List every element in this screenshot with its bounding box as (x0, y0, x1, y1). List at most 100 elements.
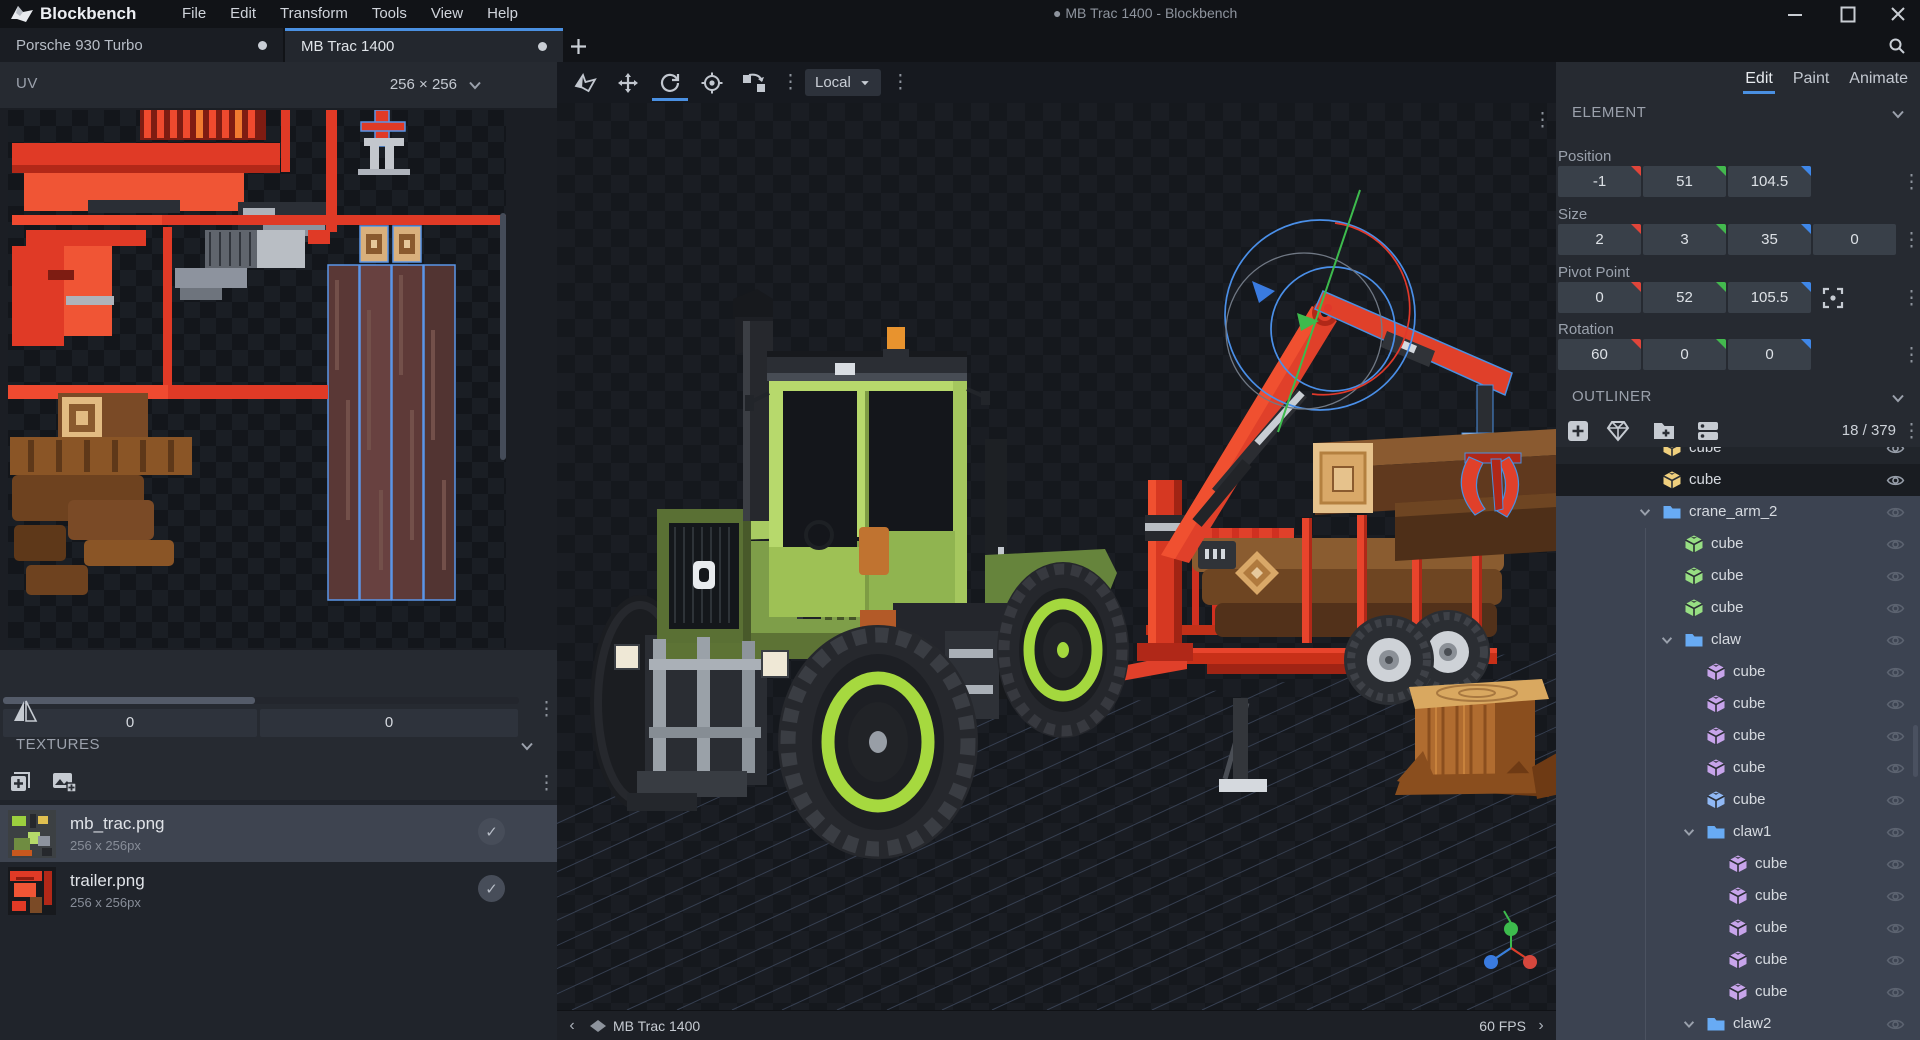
expand-chevron[interactable] (1638, 505, 1652, 519)
outliner-row-cube[interactable]: cube (1556, 656, 1920, 688)
outliner-row-cube[interactable]: cube (1556, 752, 1920, 784)
outliner-row-cube[interactable]: cube (1556, 464, 1920, 496)
rotation-input-z[interactable]: 0 (1728, 339, 1811, 370)
rotation-input-x[interactable]: 60 (1558, 339, 1641, 370)
size-input-y[interactable]: 3 (1643, 224, 1726, 255)
visibility-toggle[interactable] (1886, 663, 1905, 682)
position-input-z[interactable]: 104.5 (1728, 166, 1811, 197)
outliner-row-cube[interactable]: cube (1556, 976, 1920, 1008)
pivot-point-input-x[interactable]: 0 (1558, 282, 1641, 313)
menu-help[interactable]: Help (475, 0, 530, 28)
outliner-panel-header[interactable]: OUTLINER (1556, 384, 1920, 410)
visibility-toggle[interactable] (1886, 951, 1905, 970)
visibility-toggle[interactable] (1886, 535, 1905, 554)
next-view-button[interactable]: › (1526, 1017, 1556, 1035)
visibility-toggle[interactable] (1886, 791, 1905, 810)
menu-file[interactable]: File (170, 0, 218, 28)
visibility-toggle[interactable] (1886, 447, 1905, 458)
outliner-row-claw2[interactable]: claw2 (1556, 1008, 1920, 1040)
project-tab-0[interactable]: Porsche 930 Turbo (0, 28, 283, 62)
minimize-button[interactable] (1773, 0, 1817, 28)
create-texture-icon[interactable] (52, 772, 76, 792)
toggle-hierarchy-icon[interactable] (1696, 419, 1720, 443)
outliner-row-cube[interactable]: cube (1556, 784, 1920, 816)
rotate-tool-button[interactable] (649, 62, 691, 103)
vertex-snap-tool-button[interactable] (733, 62, 775, 103)
visibility-toggle[interactable] (1886, 983, 1905, 1002)
mode-tab-edit[interactable]: Edit (1743, 66, 1775, 94)
visibility-toggle[interactable] (1886, 503, 1905, 522)
visibility-toggle[interactable] (1886, 1015, 1905, 1034)
outliner-row-cube[interactable]: cube (1556, 848, 1920, 880)
viewport-canvas[interactable]: ⋮ (557, 103, 1556, 1010)
toolbar-menu-button[interactable]: ⋮ (781, 73, 800, 92)
uv-vertical-scrollbar[interactable] (500, 213, 506, 460)
pivot-point-input-z[interactable]: 105.5 (1728, 282, 1811, 313)
visibility-toggle[interactable] (1886, 759, 1905, 778)
outliner-row-cube[interactable]: cube (1556, 592, 1920, 624)
visibility-toggle[interactable] (1886, 599, 1905, 618)
maximize-button[interactable] (1826, 0, 1870, 28)
menu-view[interactable]: View (419, 0, 475, 28)
menu-edit[interactable]: Edit (218, 0, 268, 28)
visibility-toggle[interactable] (1886, 855, 1905, 874)
texture-row-trailer.png[interactable]: trailer.png 256 x 256px ✓ (0, 862, 557, 919)
uv-panel-header[interactable]: UV 256 × 256 (0, 62, 557, 108)
size-input-x[interactable]: 2 (1558, 224, 1641, 255)
position-input-y[interactable]: 51 (1643, 166, 1726, 197)
visibility-toggle[interactable] (1886, 471, 1905, 490)
menu-tools[interactable]: Tools (360, 0, 419, 28)
outliner-row-cube[interactable]: cube (1556, 688, 1920, 720)
expand-chevron[interactable] (1682, 825, 1696, 839)
position-input-x[interactable]: -1 (1558, 166, 1641, 197)
import-texture-icon[interactable] (8, 770, 32, 794)
outliner-row-cube[interactable]: cube (1556, 880, 1920, 912)
toolbar-overflow-menu-button[interactable]: ⋮ (891, 73, 910, 92)
texture-row-mb_trac.png[interactable]: mb_trac.png 256 x 256px ✓ (0, 805, 557, 862)
mode-tab-paint[interactable]: Paint (1791, 66, 1831, 92)
visibility-toggle[interactable] (1886, 727, 1905, 746)
uv-menu-button[interactable]: ⋮ (537, 700, 556, 719)
search-button[interactable] (1884, 34, 1910, 58)
visibility-toggle[interactable] (1886, 919, 1905, 938)
select-tool-button[interactable] (565, 62, 607, 103)
visibility-toggle[interactable] (1886, 823, 1905, 842)
transform-space-dropdown[interactable]: Local (805, 69, 881, 96)
element-group-menu-button[interactable]: ⋮ (1902, 346, 1920, 365)
viewport-menu-button[interactable]: ⋮ (1533, 111, 1552, 130)
pivot-tool-button[interactable] (691, 62, 733, 103)
add-mesh-icon[interactable] (1606, 419, 1630, 443)
element-group-menu-button[interactable]: ⋮ (1902, 289, 1920, 308)
visibility-toggle[interactable] (1886, 567, 1905, 586)
pivot-focus-button[interactable] (1818, 283, 1847, 312)
mirror-uv-icon[interactable] (12, 698, 38, 724)
mode-tab-animate[interactable]: Animate (1847, 66, 1910, 92)
outliner-row-claw[interactable]: claw (1556, 624, 1920, 656)
outliner-row-cube[interactable]: cube (1556, 528, 1920, 560)
expand-chevron[interactable] (1682, 1017, 1696, 1031)
visibility-toggle[interactable] (1886, 887, 1905, 906)
outliner-row-cube[interactable]: cube (1556, 912, 1920, 944)
outliner-row-cube[interactable]: cube (1556, 447, 1920, 464)
textures-panel-header[interactable]: TEXTURES (0, 728, 557, 766)
expand-chevron[interactable] (1660, 633, 1674, 647)
add-group-icon[interactable] (1652, 419, 1676, 443)
uv-canvas[interactable] (8, 110, 506, 648)
outliner-menu-button[interactable]: ⋮ (1902, 422, 1920, 441)
visibility-toggle[interactable] (1886, 695, 1905, 714)
outliner-row-claw1[interactable]: claw1 (1556, 816, 1920, 848)
move-tool-button[interactable] (607, 62, 649, 103)
visibility-toggle[interactable] (1886, 631, 1905, 650)
element-group-menu-button[interactable]: ⋮ (1902, 231, 1920, 250)
outliner-scrollbar[interactable] (1913, 725, 1918, 777)
close-button[interactable] (1876, 0, 1920, 28)
textures-menu-button[interactable]: ⋮ (537, 774, 556, 793)
project-tab-1[interactable]: MB Trac 1400 (285, 28, 563, 62)
size-input-none[interactable]: 0 (1813, 224, 1896, 255)
element-panel-header[interactable]: ELEMENT (1556, 100, 1920, 126)
outliner-row-cube[interactable]: cube (1556, 944, 1920, 976)
size-input-z[interactable]: 35 (1728, 224, 1811, 255)
texture-assigned-check-icon[interactable]: ✓ (478, 875, 505, 902)
rotation-input-y[interactable]: 0 (1643, 339, 1726, 370)
prev-view-button[interactable]: ‹ (557, 1017, 587, 1035)
